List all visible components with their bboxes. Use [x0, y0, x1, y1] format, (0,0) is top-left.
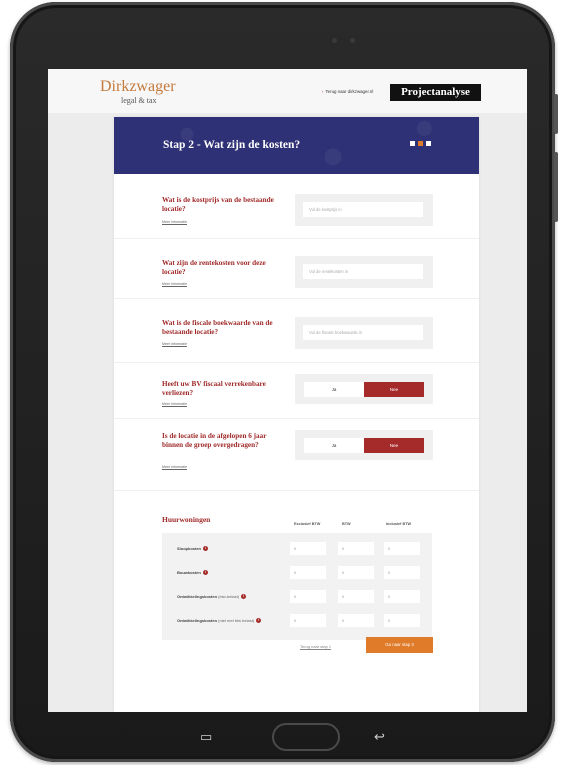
table-cell-input[interactable]	[384, 566, 420, 579]
site-header: Dirkzwager legal & tax ‹ Terug naar dirkz…	[48, 69, 527, 113]
column-header-incl: Inclusief BTW	[386, 522, 412, 526]
row-label-text: Ontwikkelingskosten	[177, 618, 218, 623]
option-nee-button[interactable]: Nee	[364, 438, 424, 453]
row-label-text: Ontwikkelingskosten	[177, 594, 218, 599]
recent-apps-icon[interactable]: ▭	[200, 729, 212, 745]
option-ja-button[interactable]: Ja	[304, 438, 364, 453]
step-title: Stap 2 - Wat zijn de kosten?	[163, 139, 301, 151]
table-cell-input[interactable]	[290, 566, 326, 579]
back-link-label: Terug naar dirkzwager.nl	[325, 89, 374, 94]
question-title: Is de locatie in de afgelopen 6 jaar bin…	[162, 432, 267, 449]
table-cell-input[interactable]	[338, 590, 374, 603]
back-to-site-link[interactable]: ‹ Terug naar dirkzwager.nl	[322, 89, 373, 94]
step-indicator-2	[418, 141, 423, 146]
power-button	[554, 152, 558, 222]
input-wrapper	[295, 256, 433, 288]
question-overgedragen: Is de locatie in de afgelopen 6 jaar bin…	[114, 418, 479, 491]
row-sublabel: (niet met btw belast)	[218, 618, 255, 623]
more-info-link[interactable]: Meer informatie	[162, 465, 187, 469]
table-cell-input[interactable]	[384, 542, 420, 555]
table-cell-input[interactable]	[384, 590, 420, 603]
info-icon[interactable]: i	[241, 594, 247, 600]
input-wrapper	[295, 194, 433, 226]
table-row-label: Ontwikkelingskosten (niet met btw belast…	[177, 618, 262, 624]
back-step-link[interactable]: Terug naar stap 1	[300, 644, 331, 649]
toggle-group: Ja Nee	[295, 374, 433, 404]
home-button[interactable]	[272, 723, 340, 751]
row-label-text: Sloopkosten	[177, 546, 202, 551]
tablet-frame: Dirkzwager legal & tax ‹ Terug naar dirkz…	[10, 2, 558, 762]
question-verliezen: Heeft uw BV fiscaal verrekenbare verliez…	[114, 362, 479, 419]
info-icon[interactable]: i	[203, 546, 209, 552]
option-ja-button[interactable]: Ja	[304, 382, 364, 397]
toggle-group: Ja Nee	[295, 430, 433, 460]
question-boekwaarde: Wat is de fiscale boekwaarde van de best…	[114, 298, 479, 363]
step-indicator-3	[426, 141, 431, 146]
column-header-excl: Exclusief BTW	[294, 522, 321, 526]
sensor-dot	[350, 38, 355, 43]
step-indicator-1	[410, 141, 415, 146]
kostprijs-input[interactable]	[303, 202, 423, 217]
more-info-link[interactable]: Meer informatie	[162, 220, 187, 224]
table-cell-input[interactable]	[338, 566, 374, 579]
step-banner: Stap 2 - Wat zijn de kosten?	[114, 117, 479, 174]
info-icon[interactable]: i	[256, 618, 262, 624]
camera-dot	[332, 38, 337, 43]
question-title: Wat is de kostprijs van de bestaande loc…	[162, 196, 274, 213]
table-cell-input[interactable]	[338, 542, 374, 555]
table-row-label: Bouwkosten i	[177, 570, 208, 576]
rentekosten-input[interactable]	[303, 264, 423, 279]
column-header-btw: BTW	[342, 522, 351, 526]
question-title: Wat zijn de rentekosten voor deze locati…	[162, 259, 266, 276]
question-rentekosten: Wat zijn de rentekosten voor deze locati…	[114, 238, 479, 299]
table-cell-input[interactable]	[290, 542, 326, 555]
screen: Dirkzwager legal & tax ‹ Terug naar dirkz…	[48, 69, 527, 712]
info-icon[interactable]: i	[202, 570, 208, 576]
more-info-link[interactable]: Meer informatie	[162, 402, 187, 406]
question-title: Wat is de fiscale boekwaarde van de best…	[162, 319, 273, 336]
page-title-badge: Projectanalyse	[390, 84, 481, 101]
option-nee-button[interactable]: Nee	[364, 382, 424, 397]
table-row-label: Sloopkosten i	[177, 546, 209, 552]
table-cell-input[interactable]	[290, 614, 326, 627]
logo-sub: legal & tax	[121, 96, 157, 105]
table-cell-input[interactable]	[338, 614, 374, 627]
more-info-link[interactable]: Meer informatie	[162, 282, 187, 286]
chevron-left-icon: ‹	[322, 89, 324, 94]
form-card: Stap 2 - Wat zijn de kosten? Wat is de k…	[114, 117, 479, 712]
boekwaarde-input[interactable]	[303, 325, 423, 340]
input-wrapper	[295, 317, 433, 349]
table-row-label: Ontwikkelingskosten (btw-belast) i	[177, 594, 247, 600]
next-step-button[interactable]: Ga naar stap 3	[366, 637, 433, 653]
table-cell-input[interactable]	[290, 590, 326, 603]
question-title: Heeft uw BV fiscaal verrekenbare verliez…	[162, 380, 266, 397]
row-label-text: Bouwkosten	[177, 570, 201, 575]
volume-button	[554, 94, 558, 134]
back-arrow-icon[interactable]: ↩	[374, 729, 385, 745]
costs-table: Sloopkosteni Bouwkosteni Ontwikkelingsko…	[162, 533, 432, 640]
row-sublabel: (btw-belast)	[218, 594, 240, 599]
question-kostprijs: Wat is de kostprijs van de bestaande loc…	[114, 174, 479, 239]
table-cell-input[interactable]	[384, 614, 420, 627]
logo-name[interactable]: Dirkzwager	[100, 78, 176, 96]
section-title-huurwoningen: Huurwoningen	[162, 515, 211, 524]
more-info-link[interactable]: Meer informatie	[162, 342, 187, 346]
